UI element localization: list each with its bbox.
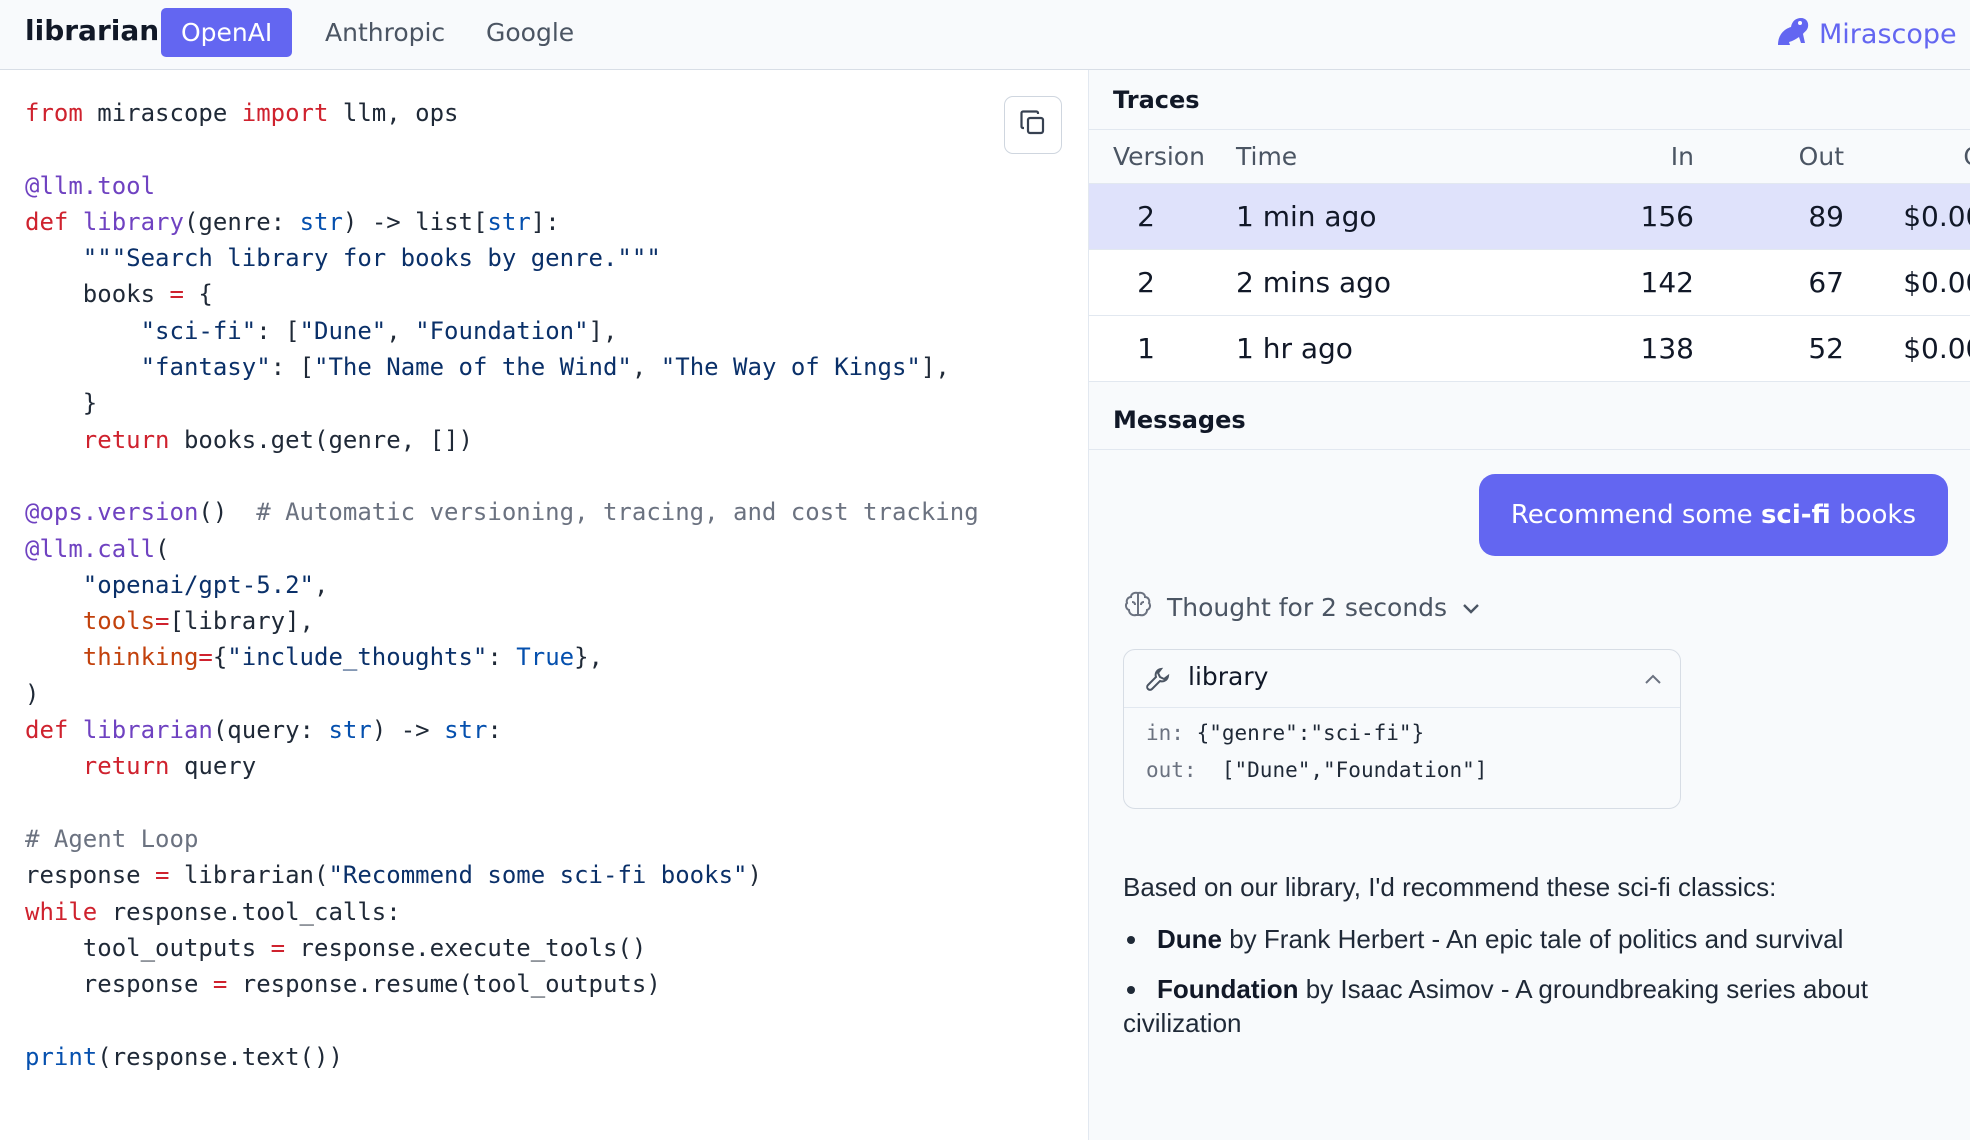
tool-output: out: ["Dune","Foundation"] [1146, 758, 1487, 782]
code-line: @llm.call( [25, 534, 170, 563]
code-line: tools=[library], [82, 607, 314, 636]
code-line: thinking={"include_thoughts": True}, [82, 643, 603, 672]
mirascope-logo[interactable]: Mirascope [1775, 14, 1970, 54]
time-cell: 1 min ago [1236, 200, 1377, 233]
tab-anthropic[interactable]: Anthropic [305, 8, 465, 57]
column-header-version[interactable]: Version [1113, 130, 1213, 183]
out-cell: 89 [1808, 200, 1844, 233]
user-message: Recommend some sci-fi books [1478, 474, 1948, 556]
tool-output-label: out: [1146, 758, 1197, 782]
tab-google[interactable]: Google [466, 8, 594, 57]
logo-label: Mirascope [1819, 18, 1957, 50]
wrench-icon [1144, 665, 1172, 697]
book-title: Dune [1157, 924, 1222, 954]
frog-icon [1775, 15, 1811, 54]
book-title: Foundation [1157, 974, 1299, 1004]
tool-input: in: {"genre":"sci-fi"} [1146, 721, 1424, 745]
messages-title: Messages [1089, 390, 1970, 450]
user-message-suffix: books [1830, 500, 1916, 530]
out-cell: 52 [1808, 332, 1844, 365]
chevron-down-icon [1461, 593, 1481, 622]
code-line: response = response.resume(tool_outputs) [25, 970, 661, 999]
chevron-up-icon[interactable] [1644, 670, 1662, 689]
in-cell: 138 [1640, 332, 1694, 365]
column-header-time[interactable]: Time [1236, 130, 1496, 183]
code-line: response = librarian("Recommend some sci… [25, 861, 762, 890]
right-panel: Traces Version Time In Out Cost 2 1 min … [1089, 70, 1970, 1140]
code-block: from mirascope import llm, ops @llm.tool… [25, 95, 979, 1075]
traces-title: Traces [1089, 70, 1970, 130]
code-line: "fantasy": ["The Name of the Wind", "The… [140, 353, 950, 382]
code-line: from mirascope import llm, ops [25, 99, 459, 127]
brain-icon [1123, 589, 1153, 625]
time-cell: 1 hr ago [1236, 332, 1353, 365]
table-row[interactable]: 1 1 hr ago 138 52 $0.0016 [1089, 316, 1970, 382]
code-line: "openai/gpt-5.2", [82, 570, 329, 599]
code-line: tool_outputs = response.execute_tools() [25, 933, 647, 962]
column-header-in[interactable]: In [1489, 130, 1694, 183]
column-header-out[interactable]: Out [1709, 130, 1844, 183]
user-message-bold: sci-fi [1760, 500, 1831, 530]
code-line: return query [82, 752, 257, 781]
code-line: # Agent Loop [25, 824, 199, 853]
messages-body: Recommend some sci-fi books Thought for … [1089, 450, 1970, 1140]
thought-toggle[interactable]: Thought for 2 seconds [1123, 586, 1481, 628]
assistant-answer: Based on our library, I'd recommend thes… [1123, 870, 1953, 1056]
tool-input-label: in: [1146, 721, 1184, 745]
in-cell: 156 [1640, 200, 1694, 233]
table-row[interactable]: 2 2 mins ago 142 67 $0.0019 [1089, 250, 1970, 316]
code-line: def library(genre: str) -> list[str]: [25, 207, 560, 236]
tool-input-value: {"genre":"sci-fi"} [1196, 721, 1425, 745]
out-cell: 67 [1808, 266, 1844, 299]
code-line: return books.get(genre, []) [82, 425, 473, 454]
user-message-text: Recommend some [1510, 500, 1761, 530]
code-line: @llm.tool [25, 171, 156, 200]
code-line: books = { [25, 280, 213, 309]
book-description: by Frank Herbert - An epic tale of polit… [1222, 924, 1844, 954]
copy-icon [1018, 108, 1048, 142]
answer-intro: Based on our library, I'd recommend thes… [1123, 872, 1777, 902]
table-row[interactable]: 2 1 min ago 156 89 $0.0024 [1089, 184, 1970, 250]
tool-output-value: ["Dune","Foundation"] [1221, 758, 1488, 782]
copy-button[interactable] [1004, 96, 1062, 154]
cost-cell: $0.0024 [1903, 200, 1970, 233]
tool-call-card: library in: {"genre":"sci-fi"} out: ["Du… [1123, 649, 1681, 809]
tab-openai[interactable]: OpenAI [161, 8, 293, 57]
column-header-cost[interactable]: Cost [1859, 130, 1970, 183]
cost-cell: $0.0019 [1903, 266, 1970, 299]
table-header: Version Time In Out Cost [1089, 130, 1970, 184]
app-title: librarian [25, 14, 160, 47]
code-line: print(response.text()) [25, 1042, 343, 1071]
list-item: Dune by Frank Herbert - An epic tale of … [1123, 922, 1953, 956]
in-cell: 142 [1640, 266, 1694, 299]
code-line: ) [25, 679, 40, 708]
book-list: Dune by Frank Herbert - An epic tale of … [1123, 922, 1953, 1040]
tool-call-header[interactable]: library [1124, 650, 1680, 708]
traces-table: Version Time In Out Cost 2 1 min ago 156… [1089, 130, 1970, 382]
version-cell: 2 [1137, 200, 1155, 233]
version-cell: 2 [1137, 266, 1155, 299]
code-line: "sci-fi": ["Dune", "Foundation"], [140, 316, 618, 345]
code-line: @ops.version() # Automatic versioning, t… [25, 498, 979, 527]
tool-name: library [1188, 662, 1269, 691]
version-cell: 1 [1137, 332, 1155, 365]
thought-label: Thought for 2 seconds [1167, 592, 1448, 622]
code-line: } [25, 389, 98, 418]
code-line: while response.tool_calls: [25, 897, 401, 926]
code-line: """Search library for books by genre.""" [82, 244, 661, 273]
cost-cell: $0.0016 [1903, 332, 1970, 365]
time-cell: 2 mins ago [1236, 266, 1392, 299]
list-item: Foundation by Isaac Asimov - A groundbre… [1123, 972, 1953, 1040]
top-bar: librarian OpenAI Anthropic Google Mirasc… [0, 0, 1970, 70]
code-line: def librarian(query: str) -> str: [25, 716, 502, 745]
